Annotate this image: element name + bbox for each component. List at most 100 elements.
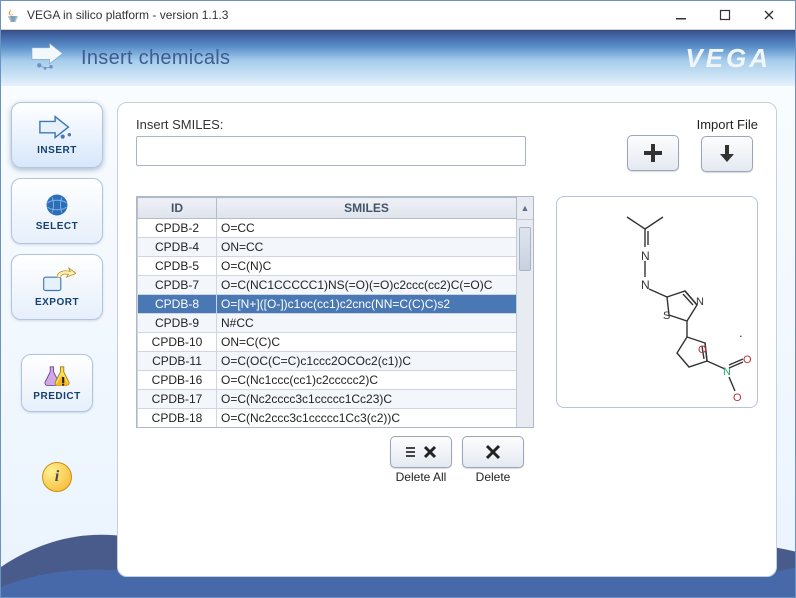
table-row[interactable]: CPDB-10ON=C(C)C — [138, 333, 517, 352]
chemicals-table: ID SMILES CPDB-2O=CCCPDB-4ON=CCCPDB-5O=C… — [137, 197, 517, 428]
table-row[interactable]: CPDB-7O=C(NC1CCCCC1)NS(=O)(=O)c2ccc(cc2)… — [138, 276, 517, 295]
sidebar: INSERT SELECT EXPORT — [1, 86, 113, 597]
svg-text:O: O — [743, 354, 752, 366]
cell-smiles: O=C(OC(C=C)c1ccc2OCOc2(c1))C — [217, 352, 517, 371]
info-icon: i — [55, 468, 59, 486]
window-title: VEGA in silico platform - version 1.1.3 — [27, 8, 659, 22]
table-row[interactable]: CPDB-19O=C(Nc1cccc3c1c2ccccc2C3)C — [138, 428, 517, 429]
cell-id: CPDB-10 — [138, 333, 217, 352]
cell-id: CPDB-18 — [138, 409, 217, 428]
add-button[interactable] — [627, 135, 679, 171]
molecule-icon: N N S N O — [557, 197, 757, 407]
banner-heading-block: Insert chemicals — [29, 42, 230, 74]
maximize-button[interactable] — [703, 4, 747, 26]
svg-text:S: S — [663, 310, 670, 322]
table-row[interactable]: CPDB-2O=CC — [138, 219, 517, 238]
table-row[interactable]: CPDB-9N#CC — [138, 314, 517, 333]
cell-id: CPDB-11 — [138, 352, 217, 371]
table-scroll: ID SMILES CPDB-2O=CCCPDB-4ON=CCCPDB-5O=C… — [136, 196, 534, 428]
x-icon — [423, 445, 437, 459]
import-button[interactable] — [701, 136, 753, 172]
table-row[interactable]: CPDB-8O=[N+]([O-])c1oc(cc1)c2cnc(NN=C(C)… — [138, 295, 517, 314]
cell-id: CPDB-8 — [138, 295, 217, 314]
list-icon — [405, 444, 421, 460]
table-scrollbar[interactable]: ▲ — [516, 219, 533, 427]
col-smiles-header[interactable]: SMILES — [217, 198, 517, 219]
cell-smiles: N#CC — [217, 314, 517, 333]
cell-smiles: O=C(Nc2ccc3c1ccccc1Cc3(c2))C — [217, 409, 517, 428]
close-button[interactable] — [747, 4, 791, 26]
minimize-button[interactable] — [659, 4, 703, 26]
table-row[interactable]: CPDB-11O=C(OC(C=C)c1ccc2OCOc2(c1))C — [138, 352, 517, 371]
svg-text:N: N — [641, 249, 650, 263]
banner: Insert chemicals VEGA — [1, 30, 795, 86]
svg-text:O: O — [698, 344, 707, 356]
banner-heading: Insert chemicals — [81, 47, 230, 70]
table-row[interactable]: CPDB-18O=C(Nc2ccc3c1ccccc1Cc3(c2))C — [138, 409, 517, 428]
cell-id: CPDB-19 — [138, 428, 217, 429]
svg-text:N: N — [641, 278, 650, 292]
nav-insert[interactable]: INSERT — [11, 102, 103, 168]
nav-export[interactable]: EXPORT — [11, 254, 103, 320]
col-id-header[interactable]: ID — [138, 198, 217, 219]
table-area: ID SMILES CPDB-2O=CCCPDB-4ON=CCCPDB-5O=C… — [136, 196, 534, 562]
delete-all-button[interactable] — [390, 436, 452, 468]
insert-icon — [38, 115, 76, 143]
download-icon — [715, 142, 739, 166]
table-row[interactable]: CPDB-4ON=CC — [138, 238, 517, 257]
cell-id: CPDB-17 — [138, 390, 217, 409]
cell-smiles: ON=C(C)C — [217, 333, 517, 352]
plus-icon — [641, 141, 665, 165]
x-icon — [485, 444, 501, 460]
cell-id: CPDB-5 — [138, 257, 217, 276]
table-row[interactable]: CPDB-5O=C(N)C — [138, 257, 517, 276]
smiles-label: Insert SMILES: — [136, 117, 223, 132]
table-row[interactable]: CPDB-17O=C(Nc2cccc3c1ccccc1Cc23)C — [138, 390, 517, 409]
nav-label: SELECT — [36, 221, 78, 232]
cell-id: CPDB-2 — [138, 219, 217, 238]
scroll-up-arrow[interactable]: ▲ — [517, 197, 533, 220]
main-panel: Insert SMILES: Import File — [117, 102, 777, 577]
maximize-icon — [719, 9, 731, 21]
svg-text:O: O — [733, 392, 742, 404]
table-row[interactable]: CPDB-16O=C(Nc1ccc(cc1)c2ccccc2)C — [138, 371, 517, 390]
nav-predict[interactable]: PREDICT — [21, 354, 93, 412]
delete-button[interactable] — [462, 436, 524, 468]
nav-label: EXPORT — [35, 297, 79, 308]
cell-smiles: O=C(NC1CCCCC1)NS(=O)(=O)c2ccc(cc2)C(=O)C — [217, 276, 517, 295]
cell-id: CPDB-9 — [138, 314, 217, 333]
cell-smiles: O=[N+]([O-])c1oc(cc1)c2cnc(NN=C(C)C)s2 — [217, 295, 517, 314]
cell-smiles: O=C(Nc1ccc(cc1)c2ccccc2)C — [217, 371, 517, 390]
scroll-thumb[interactable] — [519, 227, 531, 271]
nav-select[interactable]: SELECT — [11, 178, 103, 244]
insert-arrow-icon — [29, 42, 73, 74]
nav-label: PREDICT — [33, 391, 80, 402]
delete-all-label: Delete All — [396, 470, 447, 484]
svg-text:N: N — [696, 296, 704, 308]
cell-smiles: O=C(N)C — [217, 257, 517, 276]
minimize-icon — [675, 9, 687, 21]
globe-icon — [38, 191, 76, 219]
cell-smiles: ON=CC — [217, 238, 517, 257]
cell-smiles: O=CC — [217, 219, 517, 238]
structure-preview: N N S N O — [556, 196, 758, 408]
delete-label: Delete — [476, 470, 511, 484]
svg-text:.: . — [739, 325, 743, 340]
nav-label: INSERT — [37, 145, 77, 156]
import-label: Import File — [697, 117, 758, 132]
java-icon — [5, 7, 21, 23]
app-window: VEGA in silico platform - version 1.1.3 … — [0, 0, 796, 598]
cell-id: CPDB-4 — [138, 238, 217, 257]
info-button[interactable]: i — [42, 462, 72, 492]
brand-logo: VEGA — [685, 43, 771, 74]
body: INSERT SELECT EXPORT — [1, 86, 795, 597]
titlebar: VEGA in silico platform - version 1.1.3 — [1, 1, 795, 30]
cell-id: CPDB-7 — [138, 276, 217, 295]
export-icon — [38, 267, 76, 295]
cell-id: CPDB-16 — [138, 371, 217, 390]
smiles-input[interactable] — [136, 136, 526, 166]
content-row: ID SMILES CPDB-2O=CCCPDB-4ON=CCCPDB-5O=C… — [136, 196, 758, 562]
close-icon — [763, 9, 775, 21]
cell-smiles: O=C(Nc1cccc3c1c2ccccc2C3)C — [217, 428, 517, 429]
cell-smiles: O=C(Nc2cccc3c1ccccc1Cc23)C — [217, 390, 517, 409]
